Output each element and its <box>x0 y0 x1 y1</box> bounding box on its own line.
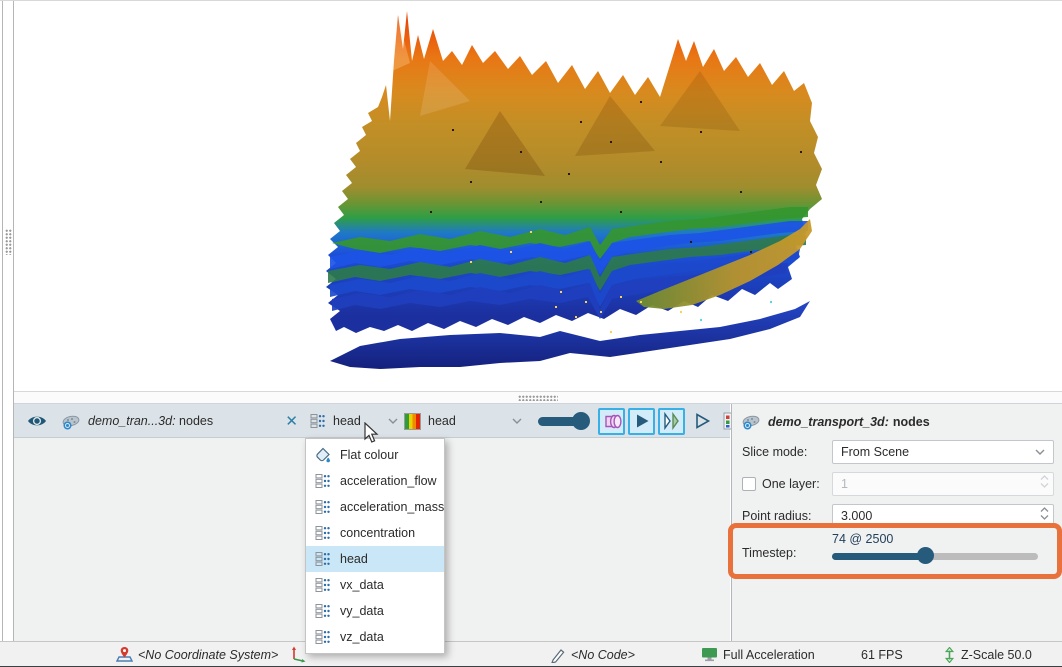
colour-attribute-menu: Flat colour acceleration_flow accelerati… <box>305 438 445 654</box>
properties-title-prefix: demo_transport_3d: <box>768 415 889 429</box>
flip-slices-icon <box>662 412 682 430</box>
eye-icon <box>26 413 48 429</box>
code-text: <No Code> <box>571 648 635 662</box>
colourmap-swatch-icon <box>404 413 421 430</box>
splitter-grip[interactable] <box>5 229 12 255</box>
slice-mode-select[interactable]: From Scene <box>832 440 1054 464</box>
points-object-icon <box>62 413 80 430</box>
scene-item-name-suffix: nodes <box>179 414 213 428</box>
numeric-column-icon <box>315 577 331 593</box>
splitter-grip[interactable] <box>518 395 558 401</box>
app-window: demo_tran...3d: nodes ✕ head head <box>0 0 1062 667</box>
menu-item-vy-data[interactable]: vy_data <box>306 598 444 624</box>
show-slice-button[interactable] <box>598 408 625 435</box>
colourmap-value: head <box>428 414 456 428</box>
menu-item-concentration[interactable]: concentration <box>306 520 444 546</box>
menu-item-vz-data[interactable]: vz_data <box>306 624 444 650</box>
timestep-value: 74 @ 2500 <box>832 532 893 546</box>
monitor-icon <box>701 647 718 662</box>
spinner-arrows[interactable] <box>1040 507 1049 520</box>
properties-panel: demo_transport_3d: nodes Slice mode: Fro… <box>731 404 1062 641</box>
menu-item-label: vx_data <box>340 578 384 592</box>
horizontal-splitter[interactable] <box>14 391 1062 404</box>
numeric-column-icon <box>315 629 331 645</box>
play-timestep-button[interactable] <box>628 408 655 435</box>
left-panel-splitter[interactable] <box>0 1 14 641</box>
numeric-column-icon <box>310 413 326 429</box>
point-radius-label: Point radius: <box>742 509 811 523</box>
code-status[interactable]: <No Code> <box>550 642 635 667</box>
zscale-text: Z-Scale 50.0 <box>961 648 1032 662</box>
coordinate-system-text: <No Coordinate System> <box>138 648 278 662</box>
timestep-slider[interactable] <box>832 547 1038 565</box>
one-layer-value: 1 <box>841 477 848 491</box>
menu-item-label: acceleration_mass <box>340 500 444 514</box>
numeric-column-icon <box>315 525 331 541</box>
menu-item-acceleration-mass[interactable]: acceleration_mass <box>306 494 444 520</box>
menu-item-acceleration-flow[interactable]: acceleration_flow <box>306 468 444 494</box>
play-outline-icon <box>693 412 711 430</box>
flip-through-slices-button[interactable] <box>658 408 685 435</box>
remove-from-scene-icon[interactable]: ✕ <box>281 412 302 430</box>
flat-colour-icon <box>315 447 331 463</box>
menu-item-flat-colour[interactable]: Flat colour <box>306 442 444 468</box>
terrain-3d-model <box>14 1 1062 391</box>
menu-item-label: head <box>340 552 368 566</box>
timestep-slider-handle[interactable] <box>917 547 934 564</box>
properties-header: demo_transport_3d: nodes <box>742 413 930 430</box>
slice-cylinder-icon <box>602 411 622 431</box>
opacity-slider-handle[interactable] <box>572 412 590 430</box>
chevron-down-icon <box>512 417 522 425</box>
slice-mode-value: From Scene <box>841 445 909 459</box>
menu-item-vx-data[interactable]: vx_data <box>306 572 444 598</box>
menu-item-label: Flat colour <box>340 448 398 462</box>
menu-item-label: concentration <box>340 526 415 540</box>
scene-toolbar-buttons <box>598 404 745 438</box>
numeric-column-icon <box>315 551 331 567</box>
scene-item-name-prefix: demo_tran...3d: <box>88 414 176 428</box>
slice-mode-label: Slice mode: <box>742 445 807 459</box>
fps-status: 61 FPS <box>861 642 903 667</box>
timestep-slider-fill <box>832 553 925 560</box>
point-radius-spinner[interactable]: 3.000 <box>832 504 1054 528</box>
scene-list-item-nodes[interactable]: demo_tran...3d: nodes ✕ <box>56 404 308 438</box>
timestep-label: Timestep: <box>742 546 796 560</box>
zscale-status[interactable]: Z-Scale 50.0 <box>943 642 1032 667</box>
menu-item-label: vz_data <box>340 630 384 644</box>
acceleration-text: Full Acceleration <box>723 648 815 662</box>
point-radius-value: 3.000 <box>841 509 872 523</box>
menu-item-label: vy_data <box>340 604 384 618</box>
map-pin-icon <box>116 646 133 663</box>
z-scale-arrows-icon <box>943 647 956 663</box>
play-outline-button[interactable] <box>688 408 715 435</box>
one-layer-spinner[interactable]: 1 <box>832 472 1054 496</box>
numeric-column-icon <box>315 603 331 619</box>
points-object-icon <box>742 413 760 430</box>
coordinate-system-status[interactable]: <No Coordinate System> <box>116 642 278 667</box>
pencil-icon <box>550 647 566 663</box>
spinner-arrows[interactable] <box>1040 475 1049 488</box>
numeric-column-icon <box>315 473 331 489</box>
colour-attribute-dropdown[interactable]: head <box>310 404 398 438</box>
colourmap-dropdown[interactable]: head <box>404 404 522 438</box>
status-bar: <No Coordinate System> <No Code> Full Ac… <box>0 641 1062 666</box>
scene-viewport[interactable] <box>14 1 1062 391</box>
colour-attribute-value: head <box>333 414 361 428</box>
chevron-down-icon <box>388 417 398 425</box>
one-layer-checkbox[interactable] <box>742 477 756 491</box>
one-layer-label: One layer: <box>762 477 820 491</box>
menu-item-label: acceleration_flow <box>340 474 437 488</box>
fps-text: 61 FPS <box>861 648 903 662</box>
menu-item-head[interactable]: head <box>306 546 444 572</box>
opacity-slider[interactable] <box>536 404 592 438</box>
splitter-line <box>2 1 3 641</box>
scene-object-toolbar: demo_tran...3d: nodes ✕ head head <box>14 404 730 438</box>
numeric-column-icon <box>315 499 331 515</box>
acceleration-status[interactable]: Full Acceleration <box>701 642 815 667</box>
play-icon <box>633 412 651 430</box>
chevron-down-icon <box>1035 448 1045 456</box>
properties-title-suffix: nodes <box>893 415 930 429</box>
visibility-toggle-button[interactable] <box>20 404 54 438</box>
